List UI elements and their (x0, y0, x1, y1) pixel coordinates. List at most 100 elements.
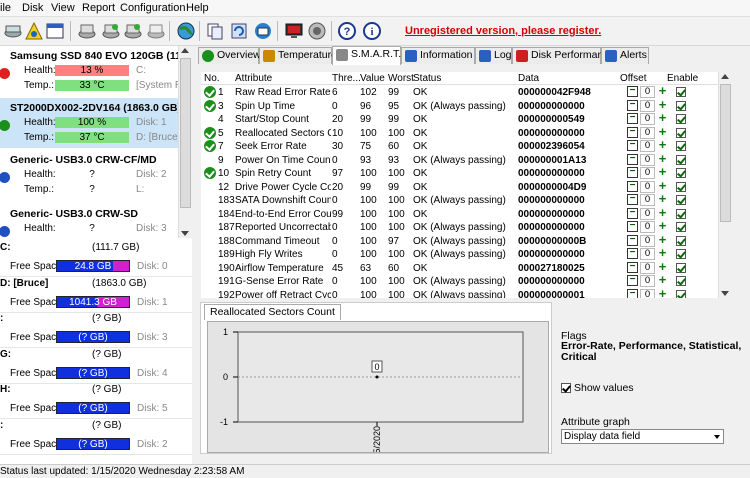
disk-1-icon[interactable] (75, 19, 99, 43)
col-worst[interactable]: Worst (388, 73, 414, 84)
network-icon[interactable] (251, 19, 275, 43)
table-row[interactable]: 184 End-to-End Error Count 99 100 100 OK 00000… (201, 206, 731, 222)
table-row[interactable]: 12Drive Power Cycle Count209999OK0000000… (201, 179, 731, 195)
col-threshold[interactable]: Thre... (332, 73, 361, 84)
speaker-icon[interactable] (305, 19, 329, 43)
table-row[interactable]: 191 G-Sense Error Rate 0 100 100 OK (Always p… (201, 273, 731, 289)
table-row[interactable]: 187Reported Uncorrectabl...0100100OK (Al… (201, 219, 731, 235)
offset-plus-button[interactable]: + (657, 246, 668, 259)
offset-plus-button[interactable]: + (657, 273, 668, 286)
col-enable[interactable]: Enable (667, 73, 698, 84)
col-offset[interactable]: Offset (620, 73, 647, 84)
menu-item-report[interactable]: Report (82, 2, 115, 14)
table-row[interactable]: 192Power off Retract Cycle ...0100100OK … (201, 287, 731, 299)
tab-alerts[interactable]: Alerts (601, 47, 649, 64)
offset-plus-button[interactable]: + (657, 260, 668, 273)
disk-4-icon[interactable] (144, 19, 168, 43)
offset-value[interactable]: 0 (640, 86, 655, 98)
partition-item[interactable]: C: (111.7 GB) Free Space 24.8 GB Disk: 0 (0, 240, 192, 277)
offset-value[interactable]: 0 (640, 126, 655, 139)
offset-minus-button[interactable]: − (627, 288, 638, 298)
offset-minus-button[interactable]: − (627, 248, 638, 259)
menu-item-disk[interactable]: Disk (22, 2, 43, 14)
tab-log[interactable]: Log (475, 47, 512, 64)
enable-checkbox[interactable] (676, 100, 686, 111)
offset-plus-button[interactable]: + (657, 233, 668, 246)
offset-minus-button[interactable]: − (627, 221, 638, 232)
disk-item[interactable]: ST2000DX002-2DV164 (1863.0 GB) Health: 100… (0, 98, 178, 148)
enable-checkbox[interactable] (676, 127, 686, 138)
table-row[interactable]: 7 Seek Error Rate 30 75 60 OK 000002396054 −0 + (201, 138, 731, 154)
partition-item[interactable]: D: [Bruce] (1863.0 GB) Free Space 1041.3 GB… (0, 276, 192, 313)
offset-minus-button[interactable]: − (627, 113, 638, 124)
enable-checkbox[interactable] (676, 195, 686, 205)
offset-value[interactable]: 0 (640, 288, 655, 298)
menu-item-ile[interactable]: ile (0, 2, 11, 14)
col-attribute[interactable]: Attribute (235, 73, 272, 84)
offset-value[interactable]: 0 (640, 261, 655, 274)
enable-checkbox[interactable] (676, 114, 686, 124)
offset-minus-button[interactable]: − (627, 194, 638, 205)
col-status[interactable]: Status (413, 73, 441, 84)
enable-checkbox[interactable] (676, 276, 686, 286)
enable-checkbox[interactable] (676, 141, 686, 151)
offset-value[interactable]: 0 (640, 194, 655, 206)
col-no[interactable]: No. (204, 73, 220, 84)
partition-item[interactable]: G: (? GB) Free Space (? GB) Disk: 4 (0, 347, 192, 384)
offset-minus-button[interactable]: − (627, 153, 638, 165)
partition-item[interactable]: H: (? GB) Free Space (? GB) Disk: 5 (0, 382, 192, 419)
offset-value[interactable]: 0 (640, 180, 655, 193)
offset-value[interactable]: 0 (640, 167, 655, 179)
tab-temperature[interactable]: Temperature (259, 47, 337, 64)
table-row[interactable]: 10 Spin Retry Count 97 100 100 OK 000000000000… (201, 165, 731, 181)
offset-plus-button[interactable]: + (657, 287, 668, 299)
col-data[interactable]: Data (518, 73, 539, 84)
offset-plus-button[interactable]: + (657, 192, 668, 205)
show-values-check[interactable] (561, 383, 571, 393)
partition-item[interactable]: : (? GB) Free Space (? GB) Disk: 2 (0, 418, 192, 455)
refresh-icon[interactable] (227, 19, 251, 43)
offset-value[interactable]: 0 (640, 113, 655, 125)
offset-plus-button[interactable]: + (657, 98, 668, 111)
offset-minus-button[interactable]: − (627, 126, 638, 138)
table-row[interactable]: 5Reallocated Sectors Co...10100100OK0000… (201, 125, 731, 141)
disk-3-icon[interactable] (121, 19, 145, 43)
offset-minus-button[interactable]: − (627, 140, 638, 151)
disk-item[interactable]: Generic- USB3.0 CRW-SD Health:? Disk: 3 (0, 204, 178, 238)
monitor-icon[interactable] (282, 19, 306, 43)
info-icon[interactable]: i (360, 19, 384, 43)
offset-minus-button[interactable]: − (627, 86, 638, 97)
table-row[interactable]: 1 Raw Read Error Rate 6 102 99 OK 000000042F94… (201, 84, 731, 100)
disk-list-scrollbar[interactable] (178, 46, 192, 238)
graph-tab[interactable]: Reallocated Sectors Count (204, 304, 341, 320)
disk-item[interactable]: Samsung SSD 840 EVO 120GB (111.8 GB) Heal… (0, 46, 178, 96)
tab-information[interactable]: Information (401, 47, 475, 64)
table-row[interactable]: 3 Spin Up Time 0 96 95 OK (Always passing) 000… (201, 98, 731, 114)
table-row[interactable]: 188 Command Timeout 0 100 97 OK (Always passi… (201, 233, 731, 249)
offset-minus-button[interactable]: − (627, 261, 638, 273)
attribute-graph-select[interactable]: Display data field (561, 429, 724, 444)
enable-checkbox[interactable] (676, 208, 686, 219)
disk-item[interactable]: Generic- USB3.0 CRW-CF/MD Health:? Disk: 2… (0, 150, 178, 200)
offset-value[interactable]: 0 (640, 248, 655, 260)
offset-plus-button[interactable]: + (657, 152, 668, 165)
disk-2-icon[interactable] (99, 19, 123, 43)
unregistered-link[interactable]: Unregistered version, please register. (405, 25, 601, 37)
offset-plus-button[interactable]: + (657, 125, 668, 138)
menu-item-view[interactable]: View (51, 2, 75, 14)
offset-minus-button[interactable]: − (627, 99, 638, 111)
window-icon[interactable] (43, 19, 67, 43)
offset-plus-button[interactable]: + (657, 111, 668, 124)
globe-icon[interactable] (174, 19, 198, 43)
enable-checkbox[interactable] (676, 289, 686, 298)
menu-item-help[interactable]: Help (186, 2, 209, 14)
offset-value[interactable]: 0 (640, 207, 655, 220)
tab-s-m-a-r-t[interactable]: S.M.A.R.T. (332, 46, 401, 65)
enable-checkbox[interactable] (676, 235, 686, 246)
offset-plus-button[interactable]: + (657, 206, 668, 219)
menu-item-configuration[interactable]: Configuration (120, 2, 185, 14)
offset-minus-button[interactable]: − (627, 207, 638, 219)
offset-plus-button[interactable]: + (657, 179, 668, 192)
offset-plus-button[interactable]: + (657, 84, 668, 97)
help-icon[interactable]: ? (335, 19, 359, 43)
